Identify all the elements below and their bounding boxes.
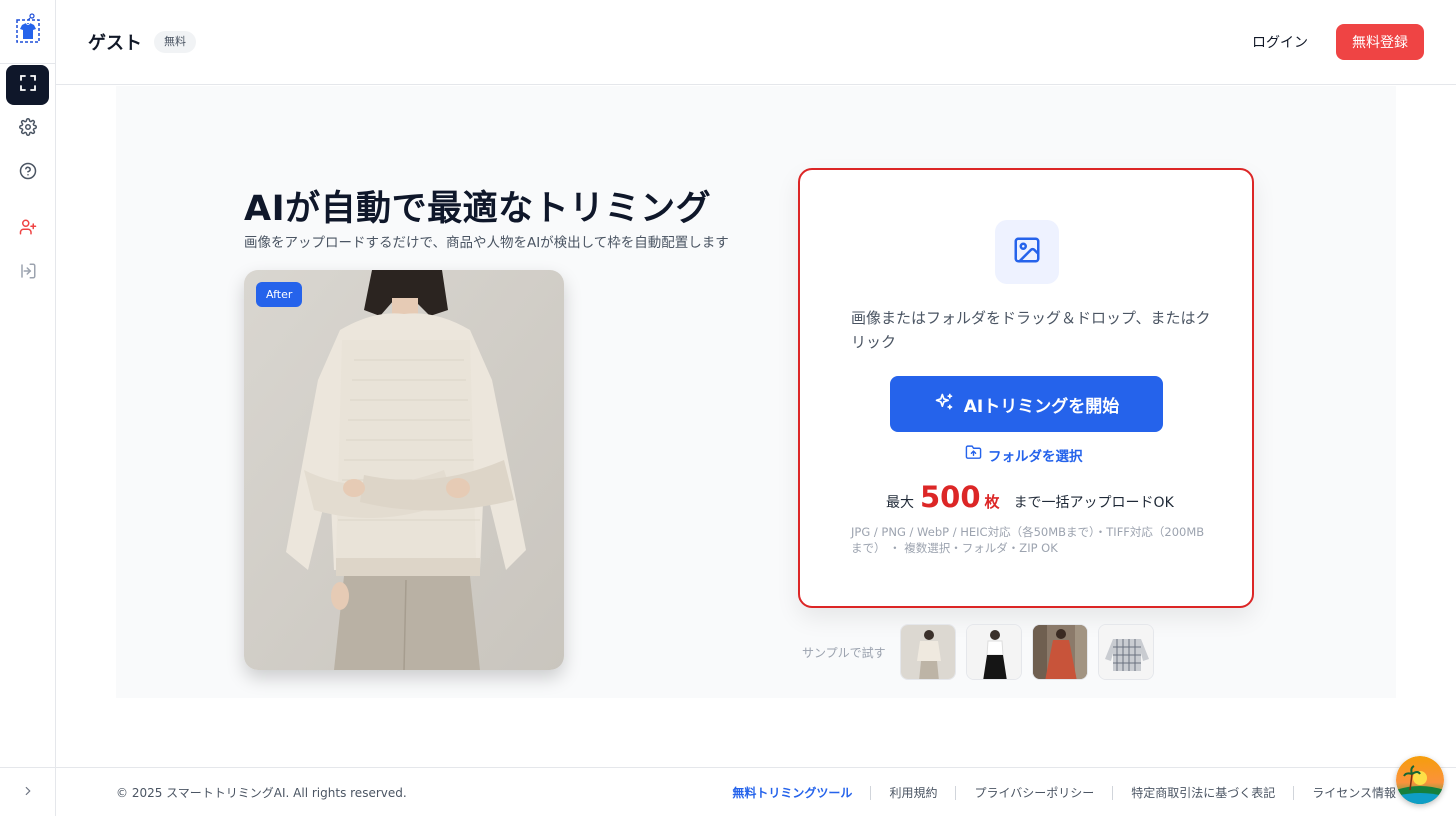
copyright: © 2025 スマートトリミングAI. All rights reserved. [116, 786, 407, 800]
supported-formats: JPG / PNG / WebP / HEIC対応（各50MBまで）・TIFF対… [851, 525, 1205, 555]
footer-links: 無料トリミングツール 利用規約 プライバシーポリシー 特定商取引法に基づく表記 … [732, 784, 1396, 801]
max-prefix: 最大 [886, 495, 914, 511]
sample-thumbnail-2[interactable] [966, 624, 1022, 680]
sidebar-expand-button[interactable] [0, 767, 55, 816]
max-upload-info: 最大 500 枚 まで一括アップロードOK [886, 480, 1174, 514]
footer-link-free-tool[interactable]: 無料トリミングツール [732, 784, 852, 801]
app-logo[interactable] [13, 12, 43, 46]
select-folder-label: フォルダを選択 [988, 448, 1083, 465]
help-icon [19, 162, 37, 184]
footer-divider [955, 785, 957, 800]
crop-icon [18, 73, 38, 97]
footer-divider [870, 785, 872, 800]
sample-thumbnail-3[interactable] [1032, 624, 1088, 680]
footer-link-privacy[interactable]: プライバシーポリシー [974, 784, 1094, 801]
plan-badge: 無料 [154, 31, 196, 53]
max-count: 500 [920, 480, 981, 514]
signup-button[interactable]: 無料登録 [1336, 24, 1424, 60]
login-link[interactable]: ログイン [1252, 32, 1308, 52]
start-trimming-button[interactable]: AIトリミングを開始 [890, 376, 1163, 432]
sparkles-icon [934, 392, 954, 417]
max-suffix: まで一括アップロードOK [1013, 495, 1174, 511]
sidebar [0, 0, 56, 816]
select-folder-link[interactable]: フォルダを選択 [965, 444, 1083, 465]
gear-icon [18, 118, 37, 140]
user-name: ゲスト [88, 33, 142, 54]
image-icon [1012, 235, 1042, 269]
upload-dropzone[interactable]: 画像またはフォルダをドラッグ＆ドロップ、またはクリック AIトリミングを開始 フ… [798, 168, 1254, 608]
sample-thumbnail-4[interactable] [1098, 624, 1154, 680]
sidebar-item-crop[interactable] [6, 65, 49, 105]
sidebar-item-signup[interactable] [6, 209, 49, 249]
footer-divider [1293, 785, 1295, 800]
page-subtitle: 画像をアップロードするだけで、商品や人物をAIが検出して枠を自動配置します [244, 235, 729, 251]
max-unit: 枚 [984, 493, 1000, 511]
user-plus-icon [19, 218, 37, 240]
start-trimming-label: AIトリミングを開始 [963, 396, 1120, 417]
chevron-right-icon [21, 783, 35, 802]
dropzone-instructions: 画像またはフォルダをドラッグ＆ドロップ、またはクリック [851, 309, 1211, 351]
footer: © 2025 スマートトリミングAI. All rights reserved.… [56, 767, 1456, 816]
page-title: AIが自動で最適なトリミング [244, 189, 712, 229]
sample-label: サンプルで試す [802, 646, 886, 660]
sidebar-divider [0, 63, 55, 64]
footer-link-license[interactable]: ライセンス情報 [1312, 784, 1396, 801]
sidebar-item-settings[interactable] [6, 109, 49, 149]
footer-link-terms[interactable]: 利用規約 [889, 784, 937, 801]
footer-link-commerce-law[interactable]: 特定商取引法に基づく表記 [1131, 784, 1275, 801]
sidebar-item-help[interactable] [6, 153, 49, 193]
after-badge: After [256, 282, 303, 307]
floating-support-badge[interactable] [1396, 756, 1444, 804]
example-after-image: After [244, 270, 564, 670]
sidebar-item-login[interactable] [6, 253, 49, 293]
image-upload-icon-box [995, 220, 1059, 284]
header: ゲスト 無料 ログイン 無料登録 [56, 0, 1456, 85]
login-icon [19, 262, 37, 284]
folder-upload-icon [965, 444, 982, 465]
footer-divider [1112, 785, 1114, 800]
sample-thumbnail-1[interactable] [900, 624, 956, 680]
